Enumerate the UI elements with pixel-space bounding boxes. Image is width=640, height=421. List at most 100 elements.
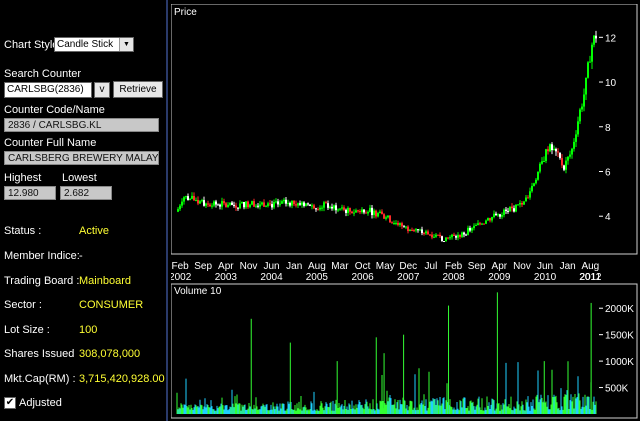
candle-body (331, 206, 333, 209)
candle-body (253, 201, 255, 207)
candle-body (391, 222, 393, 224)
candle-body (467, 227, 469, 235)
candle-body (305, 203, 307, 206)
candle-body (349, 207, 351, 212)
search-counter-label: Search Counter (4, 68, 82, 80)
candle-body (537, 171, 539, 180)
candle-body (319, 207, 321, 210)
x-month-label: Jul (425, 261, 438, 272)
candle-body (491, 216, 493, 221)
candle-body (523, 201, 525, 205)
trading-board-label: Trading Board : (4, 275, 80, 287)
status-label: Status : (4, 225, 42, 237)
candle-body (507, 210, 509, 212)
candle-body (457, 234, 459, 238)
candle-body (187, 196, 189, 201)
candle-body (449, 237, 451, 239)
candle-body (199, 201, 201, 204)
candle-body (503, 209, 505, 216)
candle-body (509, 206, 511, 212)
candle-body (223, 201, 225, 204)
search-counter-input[interactable]: CARLSBG(2836) (4, 82, 92, 98)
candle-body (209, 204, 211, 207)
candle-body (181, 201, 183, 206)
candle-body (345, 209, 347, 213)
counter-fullname-field: CARLSBERG BREWERY MALAYS (4, 151, 159, 165)
x-month-label: Aug (308, 261, 326, 272)
candle-body (443, 241, 445, 243)
candle-body (309, 204, 311, 206)
candle-body (465, 234, 467, 236)
status-value: Active (79, 225, 109, 237)
candle-body (581, 106, 583, 110)
x-month-label: Mar (331, 261, 349, 272)
candle-body (359, 211, 361, 213)
counter-code-label: Counter Code/Name (4, 104, 105, 116)
candle-body (453, 234, 455, 237)
retrieve-button[interactable]: Retrieve (113, 81, 163, 98)
candle-body (521, 203, 523, 205)
candle-body (557, 151, 559, 153)
mkt-cap-label: Mkt.Cap(RM) : (4, 373, 76, 385)
volume-y-tick-label: 1000K (605, 357, 634, 368)
x-year-label: 2008 (442, 272, 465, 283)
candle-body (303, 202, 305, 206)
candle-body (313, 205, 315, 209)
candle-body (433, 236, 435, 238)
volume-y-tick-label: 500K (605, 384, 629, 395)
chevron-down-icon[interactable]: ▼ (119, 38, 133, 51)
candle-body (463, 232, 465, 235)
sector-value: CONSUMER (79, 299, 144, 311)
chart-style-select[interactable]: Candle Stick ▼ (54, 37, 134, 52)
candle-body (239, 203, 241, 209)
candle-body (505, 209, 507, 211)
candle-body (445, 237, 447, 242)
candle-body (265, 206, 267, 208)
candle-body (361, 209, 363, 213)
candle-body (219, 204, 221, 207)
candle-body (573, 141, 575, 149)
candle-body (497, 214, 499, 216)
x-month-label: Jun (537, 261, 553, 272)
candle-body (591, 44, 593, 62)
candle-body (207, 203, 209, 205)
candle-body (291, 200, 293, 206)
candle-body (353, 212, 355, 214)
candle-body (455, 236, 457, 238)
x-month-label: Sep (194, 261, 212, 272)
candle-body (481, 223, 483, 225)
adjusted-checkbox[interactable]: ✔ (4, 397, 16, 409)
candle-body (493, 213, 495, 217)
x-month-label: Aug (581, 261, 599, 272)
candle-body (333, 205, 335, 209)
chart-style-label: Chart Style: (4, 39, 62, 51)
candle-body (211, 205, 213, 207)
highest-label: Highest (4, 172, 42, 184)
candle-body (177, 209, 179, 212)
shares-issued-label: Shares Issued (4, 348, 75, 360)
candle-body (293, 200, 295, 205)
x-year-label: 2003 (215, 272, 238, 283)
candle-body (261, 202, 263, 205)
candle-body (403, 226, 405, 228)
price-title: Price (174, 7, 197, 18)
candle-body (423, 233, 425, 235)
candle-body (413, 230, 415, 232)
x-month-label: Oct (355, 261, 371, 272)
candle-body (249, 204, 251, 208)
candle-body (397, 222, 399, 225)
candle-body (595, 35, 597, 39)
candle-body (461, 232, 463, 237)
search-dropdown-button[interactable]: v (94, 82, 110, 98)
price-volume-chart: Price 4 6 8 10 12 Feb Sep Apr Nov Jun Jan Aug Mar Oct M… (171, 4, 638, 419)
candle-body (477, 223, 479, 226)
candle-body (485, 220, 487, 224)
candle-body (375, 210, 377, 217)
candle-body (425, 231, 427, 234)
candle-body (237, 207, 239, 209)
candle-body (205, 203, 207, 206)
candle-body (225, 203, 227, 207)
x-month-label: Sep (468, 261, 486, 272)
x-month-label: Jan (286, 261, 302, 272)
candle-body (539, 163, 541, 172)
